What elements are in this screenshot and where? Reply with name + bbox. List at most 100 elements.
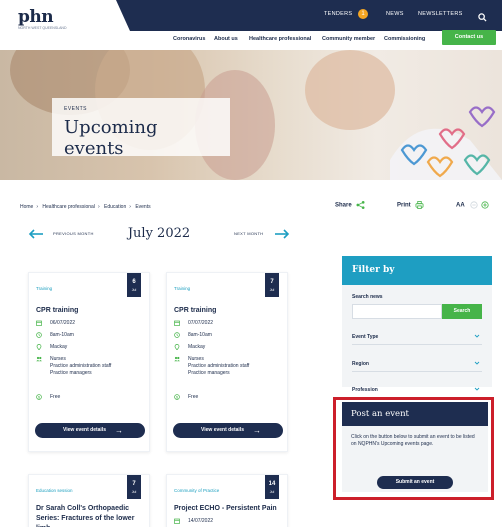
logo-subtext: NORTH WEST QUEENSLAND [18, 26, 67, 30]
event-title[interactable]: CPR training [36, 306, 146, 316]
event-category: Community of Practice [174, 488, 220, 493]
date-badge-day: 6 [132, 279, 136, 285]
event-type-select[interactable]: Event Type [352, 331, 482, 345]
search-news-input[interactable] [352, 304, 442, 319]
clock-icon [36, 332, 42, 338]
search-icon[interactable] [478, 9, 487, 27]
event-time-row: 8am-10am [174, 332, 212, 339]
nav-healthcare-professional[interactable]: Healthcare professional [249, 36, 311, 42]
event-audience-list: Nurses Practice administration staff Pra… [50, 356, 111, 377]
nav-commissioning[interactable]: Commissioning [384, 36, 425, 42]
event-title[interactable]: Dr Sarah Coll's Orthopaedic Series: Frac… [36, 504, 146, 527]
next-month-link[interactable]: NEXT MONTH [234, 231, 263, 236]
audience-item: Nurses [188, 356, 204, 362]
page-title: Upcoming events [64, 117, 158, 159]
event-category: Training [36, 286, 53, 291]
event-cost: Free [50, 394, 61, 400]
event-location-row: Mackay [36, 344, 67, 351]
event-category: Training [174, 286, 191, 291]
event-date-row: 06/07/2022 [36, 320, 75, 327]
event-title[interactable]: CPR training [174, 306, 284, 316]
audience-item: Practice managers [50, 370, 92, 376]
event-date: 14/07/2022 [188, 518, 214, 524]
date-badge: 6 Jul [127, 273, 141, 297]
clock-icon [174, 332, 180, 338]
newsletters-link[interactable]: NEWSLETTERS [418, 11, 463, 17]
date-badge-day: 7 [132, 481, 136, 487]
tenders-count-badge: 1 [358, 9, 368, 19]
event-cost-row: $ Free [36, 394, 60, 401]
text-size-control[interactable]: AA [456, 201, 491, 209]
event-card: Training 6 Jul CPR training 06/07/2022 8… [28, 272, 150, 452]
profession-label: Profession [352, 387, 378, 393]
nav-about-us[interactable]: About us [214, 36, 238, 42]
site-header: phn NORTH WEST QUEENSLAND TENDERS 1 NEWS… [0, 0, 502, 50]
share-button[interactable]: Share [335, 201, 365, 209]
nav-community-member[interactable]: Community member [322, 36, 375, 42]
date-badge-month: Jul [269, 288, 275, 292]
location-pin-icon [174, 344, 180, 350]
breadcrumb-separator: › [97, 204, 100, 210]
people-icon [174, 356, 180, 362]
chevron-down-icon [474, 387, 480, 391]
month-navigation: PREVIOUS MONTH July 2022 NEXT MONTH [28, 226, 290, 242]
event-time: 8am-10am [188, 332, 212, 338]
next-arrow-icon[interactable] [274, 229, 290, 239]
date-badge: 14 Jul [265, 475, 279, 499]
news-link[interactable]: NEWS [386, 11, 404, 17]
view-event-details-label: View event details [201, 427, 244, 433]
event-date: 07/07/2022 [188, 320, 214, 326]
event-category: Education session [36, 488, 73, 493]
view-event-details-label: View event details [63, 427, 106, 433]
print-icon [415, 201, 424, 209]
event-date: 06/07/2022 [50, 320, 76, 326]
calendar-icon [36, 320, 42, 326]
arrow-right-icon: → [115, 426, 123, 435]
hero-kicker: EVENTS [64, 106, 88, 112]
event-title[interactable]: Project ECHO - Persistent Pain [174, 504, 284, 514]
date-badge-month: Jul [269, 490, 275, 494]
arrow-right-icon: → [253, 426, 261, 435]
calendar-icon [174, 518, 180, 524]
phn-logo[interactable]: phn NORTH WEST QUEENSLAND [18, 8, 78, 31]
svg-text:$: $ [38, 395, 40, 399]
event-cost-row: $ Free [174, 394, 198, 401]
view-event-details-button[interactable]: View event details → [35, 423, 145, 438]
event-card: Training 7 Jul CPR training 07/07/2022 8… [166, 272, 288, 452]
event-card: Community of Practice 14 Jul Project ECH… [166, 474, 288, 527]
date-badge-month: Jul [131, 288, 137, 292]
filter-heading: Filter by [342, 256, 492, 285]
print-button[interactable]: Print [397, 201, 424, 209]
location-pin-icon [36, 344, 42, 350]
region-select[interactable]: Region [352, 358, 482, 372]
nav-coronavirus[interactable]: Coronavirus [173, 36, 205, 42]
hero-title-box: EVENTS Upcoming events [52, 98, 230, 159]
calendar-icon [174, 320, 180, 326]
search-button[interactable]: Search [442, 304, 482, 319]
event-time-row: 8am-10am [36, 332, 74, 339]
contact-us-button[interactable]: Contact us [442, 30, 496, 45]
svg-text:$: $ [176, 395, 178, 399]
tenders-link[interactable]: TENDERS [324, 11, 352, 17]
logo-text: phn [18, 7, 54, 27]
submit-event-button[interactable]: Submit an event [377, 476, 453, 489]
event-date-row: 14/07/2022 [174, 518, 213, 525]
date-badge-day: 14 [268, 481, 276, 487]
event-card: Education session 7 Jul Dr Sarah Coll's … [28, 474, 150, 527]
breadcrumb-healthcare[interactable]: Healthcare professional [42, 204, 95, 210]
dollar-icon: $ [174, 394, 180, 400]
breadcrumb-home[interactable]: Home [20, 204, 33, 210]
print-label: Print [397, 202, 411, 209]
utility-bar: TENDERS 1 NEWS NEWSLETTERS [116, 0, 502, 31]
breadcrumb-education[interactable]: Education [104, 204, 126, 210]
chevron-down-icon [474, 361, 480, 365]
post-event-panel: Post an event Click on the button below … [342, 402, 488, 492]
audience-item: Nurses [50, 356, 66, 362]
hero-banner: EVENTS Upcoming events [0, 50, 502, 180]
event-audience-row: Nurses Practice administration staff Pra… [174, 356, 249, 377]
view-event-details-button[interactable]: View event details → [173, 423, 283, 438]
filter-panel: Filter by Search news Search Event Type … [342, 256, 492, 393]
date-badge-day: 7 [270, 279, 274, 285]
chevron-down-icon [474, 334, 480, 338]
profession-select[interactable]: Profession [352, 384, 482, 398]
